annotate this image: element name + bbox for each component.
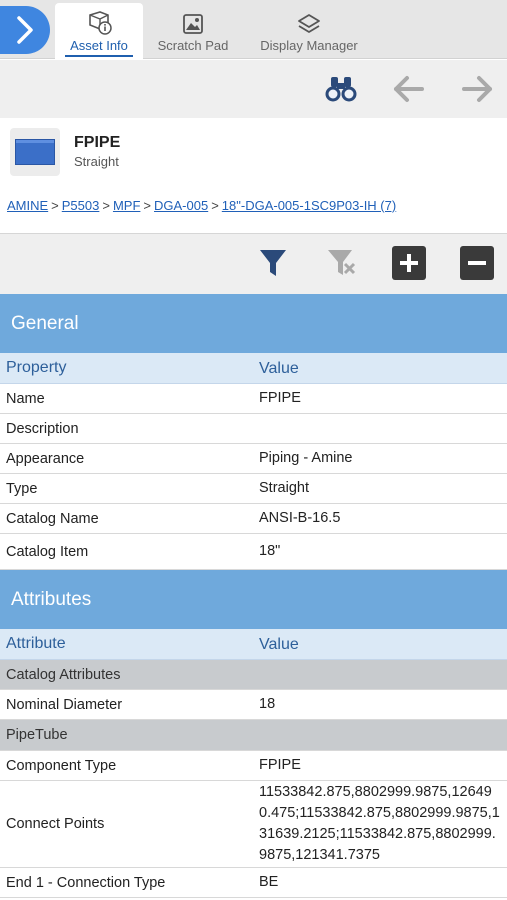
pipe-icon [15,139,55,165]
column-header-value: Value [259,359,299,377]
back-button[interactable] [390,70,428,108]
filter-icon [260,250,286,276]
group-label: PipeTube [6,727,68,743]
section-header-attributes[interactable]: Attributes [0,570,507,629]
column-header-property: Property [6,359,67,376]
collapse-all-button[interactable] [460,246,494,280]
find-button[interactable] [322,70,360,108]
property-value: FPIPE [259,390,301,406]
property-value: ANSI-B-16.5 [259,510,341,526]
breadcrumb-link[interactable]: MPF [113,198,140,213]
column-header-row: Property Value [0,353,507,384]
layers-icon [298,14,320,33]
asset-header: FPIPE Straight AMINE > P5503 > MPF > DGA-005 >1… [0,118,507,234]
attribute-name: Component Type [6,757,117,774]
arrow-left-icon [394,76,424,102]
breadcrumb: AMINE > P5503 > MPF > DGA-005 >18"-DGA-005-1SC9… [7,198,396,213]
attribute-value: FPIPE [259,757,301,773]
attribute-row[interactable]: Connect Points 11533842.875,8802999.9875… [0,781,507,868]
binoculars-icon [325,77,357,102]
breadcrumb-separator: > [143,198,151,213]
property-name: Catalog Name [6,510,99,527]
minus-icon [468,261,486,265]
property-value: 18" [259,543,281,559]
plus-icon [400,254,418,272]
group-row-pipetube[interactable]: PipeTube [0,720,507,751]
attribute-name: Nominal Diameter [6,696,123,713]
attribute-row[interactable]: Component Type FPIPE [0,751,507,781]
property-value: Straight [259,480,309,496]
navigation-toolbar [0,60,507,118]
section-title: General [11,312,79,334]
attribute-value: 18 [259,696,276,712]
property-toolbar [0,234,507,294]
property-row[interactable]: Catalog Item 18" [0,534,507,570]
property-name: Name [6,390,45,407]
property-row[interactable]: Name FPIPE [0,384,507,414]
breadcrumb-separator: > [211,198,219,213]
asset-info-icon [89,11,112,35]
column-header-value: Value [259,635,299,653]
property-row[interactable]: Description [0,414,507,444]
attribute-name: End 1 - Connection Type [6,874,166,891]
breadcrumb-separator: > [51,198,59,213]
breadcrumb-link[interactable]: 18"-DGA-005-1SC9P03-IH (7) [222,198,396,213]
property-name: Type [6,480,38,497]
attribute-name: Connect Points [6,816,105,832]
asset-name: FPIPE [74,134,121,151]
asset-type: Straight [74,154,119,169]
chevron-right-icon [17,16,33,44]
property-name: Catalog Item [6,543,89,560]
tab-display-manager[interactable]: Display Manager [250,3,368,59]
breadcrumb-link[interactable]: P5503 [62,198,100,213]
property-name: Appearance [6,450,85,467]
attribute-value: 11533842.875,8802999.9875,126490.475;115… [259,784,500,863]
section-title: Attributes [11,588,92,610]
tab-bar: Asset Info Scratch Pad Display Manager [0,0,507,59]
collapse-panel-button[interactable] [0,6,50,54]
property-row[interactable]: Type Straight [0,474,507,504]
breadcrumb-separator: > [102,198,110,213]
property-name: Description [6,420,79,437]
column-header-row: Attribute Value [0,629,507,660]
tab-asset-info[interactable]: Asset Info [55,3,143,59]
clear-filter-icon [328,250,356,275]
tab-label: Display Manager [260,38,358,53]
attribute-value: BE [259,874,279,890]
tab-scratch-pad[interactable]: Scratch Pad [148,3,238,59]
asset-thumbnail [10,128,60,176]
column-header-attribute: Attribute [6,635,66,652]
filter-button[interactable] [256,246,290,280]
image-icon [183,14,203,34]
forward-button[interactable] [458,70,496,108]
arrow-right-icon [462,76,492,102]
tab-label: Asset Info [70,38,128,53]
expand-all-button[interactable] [392,246,426,280]
section-header-general[interactable]: General [0,294,507,353]
property-row[interactable]: Catalog Name ANSI-B-16.5 [0,504,507,534]
group-row-catalog-attributes[interactable]: Catalog Attributes [0,660,507,690]
group-label: Catalog Attributes [6,666,121,683]
breadcrumb-link[interactable]: DGA-005 [154,198,208,213]
property-row[interactable]: Appearance Piping - Amine [0,444,507,474]
tab-label: Scratch Pad [157,38,229,53]
property-value: Piping - Amine [259,450,353,466]
attribute-row[interactable]: End 1 - Connection Type BE [0,868,507,898]
clear-filter-button[interactable] [324,246,358,280]
attribute-row[interactable]: Nominal Diameter 18 [0,690,507,720]
breadcrumb-link[interactable]: AMINE [7,198,48,213]
